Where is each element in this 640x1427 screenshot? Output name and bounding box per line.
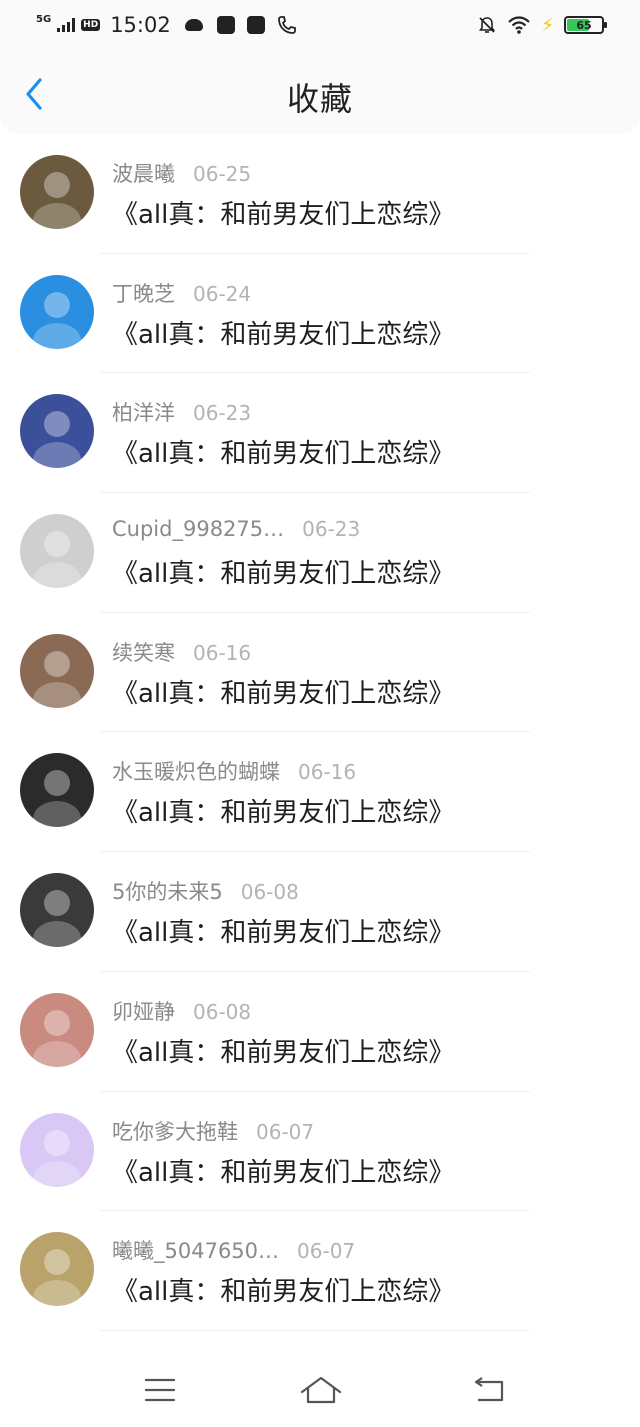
item-meta: 卯娅静 06-08	[112, 996, 251, 1026]
favorite-date: 06-07	[297, 1239, 356, 1264]
list-item[interactable]: 吃你爹大拖鞋 06-07 《all真：和前男友们上恋综》	[0, 1092, 640, 1212]
author-name: Cupid_998275…	[112, 517, 285, 542]
menu-button[interactable]	[140, 1372, 180, 1408]
list-item[interactable]: 续笑寒 06-16 《all真：和前男友们上恋综》	[0, 613, 640, 733]
menu-icon	[144, 1378, 176, 1402]
wifi-icon	[508, 16, 531, 34]
book-title: 《all真：和前男友们上恋综》	[112, 200, 455, 230]
page-title: 收藏	[286, 80, 353, 118]
list-item[interactable]: 水玉暖炽色的蝴蝶 06-16 《all真：和前男友们上恋综》	[0, 732, 640, 853]
list-item[interactable]: 波晨曦 06-25 《all真：和前男友们上恋综》	[0, 134, 640, 254]
item-meta: 柏洋洋 06-23	[112, 397, 251, 427]
favorites-list: 波晨曦 06-25 《all真：和前男友们上恋综》 丁晚芝 06-24 《all真：和前男…	[0, 134, 640, 1331]
author-name: 5你的未来5	[112, 880, 223, 905]
list-item[interactable]: Cupid_998275… 06-23 《all真：和前男友们上恋综》	[0, 493, 640, 613]
item-meta: 波晨曦 06-25	[112, 158, 251, 188]
author-name: 波晨曦	[112, 162, 175, 186]
avatar[interactable]	[20, 992, 94, 1067]
home-icon	[300, 1376, 342, 1404]
author-name: 吃你爹大拖鞋	[112, 1119, 238, 1144]
mute-bell-icon	[479, 17, 496, 33]
item-meta: 丁晚芝 06-24	[112, 278, 251, 308]
book-title: 《all真：和前男友们上恋综》	[112, 798, 455, 829]
book-title: 《all真：和前男友们上恋综》	[112, 1157, 455, 1188]
favorite-date: 06-07	[256, 1119, 315, 1144]
status-bar: 5G HD 15:02 ⚡ 65	[0, 0, 640, 50]
avatar[interactable]	[20, 1232, 94, 1307]
item-meta: 水玉暖炽色的蝴蝶 06-16	[112, 756, 356, 786]
book-title: 《all真：和前男友们上恋综》	[112, 1277, 455, 1308]
item-meta: 5你的未来5 06-08	[112, 876, 299, 906]
avatar[interactable]	[20, 514, 94, 589]
favorite-date: 06-08	[240, 880, 299, 905]
status-left: 5G HD 15:02	[36, 13, 297, 37]
avatar[interactable]	[20, 155, 94, 229]
charging-bolt-icon: ⚡	[541, 14, 554, 36]
author-name: 柏洋洋	[112, 401, 175, 426]
author-name: 续笑寒	[112, 640, 175, 665]
list-item[interactable]: 5你的未来5 06-08 《all真：和前男友们上恋综》	[0, 852, 640, 972]
author-name: 卯娅静	[112, 999, 175, 1024]
book-title: 《all真：和前男友们上恋综》	[112, 319, 455, 350]
avatar[interactable]	[20, 274, 94, 349]
favorite-date: 06-23	[302, 517, 361, 542]
status-time: 15:02	[110, 13, 171, 37]
favorite-date: 06-16	[193, 640, 252, 665]
book-title: 《all真：和前男友们上恋综》	[112, 918, 455, 949]
divider	[100, 1329, 530, 1331]
book-title: 《all真：和前男友们上恋综》	[112, 678, 455, 709]
favorite-date: 06-16	[298, 760, 357, 785]
avatar[interactable]	[20, 1112, 94, 1187]
system-nav-bar	[0, 1352, 640, 1427]
book-title: 《all真：和前男友们上恋综》	[112, 1037, 455, 1068]
list-item[interactable]: 卯娅静 06-08 《all真：和前男友们上恋综》	[0, 972, 640, 1092]
call-icon	[277, 16, 296, 34]
author-name: 丁晚芝	[112, 281, 175, 306]
status-right: ⚡ 65	[477, 14, 607, 36]
battery-level-text: 65	[576, 18, 592, 32]
list-item[interactable]: 柏洋洋 06-23 《all真：和前男友们上恋综》	[0, 373, 640, 494]
list-item[interactable]: 曦曦_5047650… 06-07 《all真：和前男友们上恋综》	[0, 1211, 640, 1331]
favorite-date: 06-08	[193, 999, 252, 1024]
book-title: 《all真：和前男友们上恋综》	[112, 439, 455, 470]
avatar[interactable]	[20, 873, 94, 948]
cloud-icon	[184, 19, 203, 31]
author-name: 水玉暖炽色的蝴蝶	[112, 760, 280, 785]
avatar[interactable]	[20, 753, 94, 828]
avatar[interactable]	[20, 394, 94, 469]
author-name: 曦曦_5047650…	[112, 1239, 280, 1264]
favorite-date: 06-25	[193, 162, 252, 186]
battery-icon: 65	[564, 16, 607, 34]
list-item[interactable]: 丁晚芝 06-24 《all真：和前男友们上恋综》	[0, 254, 640, 374]
home-button[interactable]	[298, 1372, 344, 1408]
item-meta: 吃你爹大拖鞋 06-07	[112, 1116, 314, 1146]
favorite-date: 06-23	[193, 401, 252, 426]
vivo-app-icon	[216, 16, 235, 34]
item-meta: 曦曦_5047650… 06-07	[112, 1235, 355, 1265]
signal-icon	[57, 18, 76, 32]
item-meta: 续笑寒 06-16	[112, 637, 251, 667]
header: 收藏	[0, 50, 640, 132]
app-icon	[246, 16, 265, 34]
network-type: 5G	[36, 13, 52, 25]
favorite-date: 06-24	[193, 281, 252, 306]
avatar[interactable]	[20, 633, 94, 708]
hd-badge: HD	[81, 19, 101, 31]
back-icon	[474, 1377, 504, 1402]
back-nav-button[interactable]	[470, 1372, 510, 1408]
item-meta: Cupid_998275… 06-23	[112, 517, 360, 541]
book-title: 《all真：和前男友们上恋综》	[112, 559, 455, 590]
